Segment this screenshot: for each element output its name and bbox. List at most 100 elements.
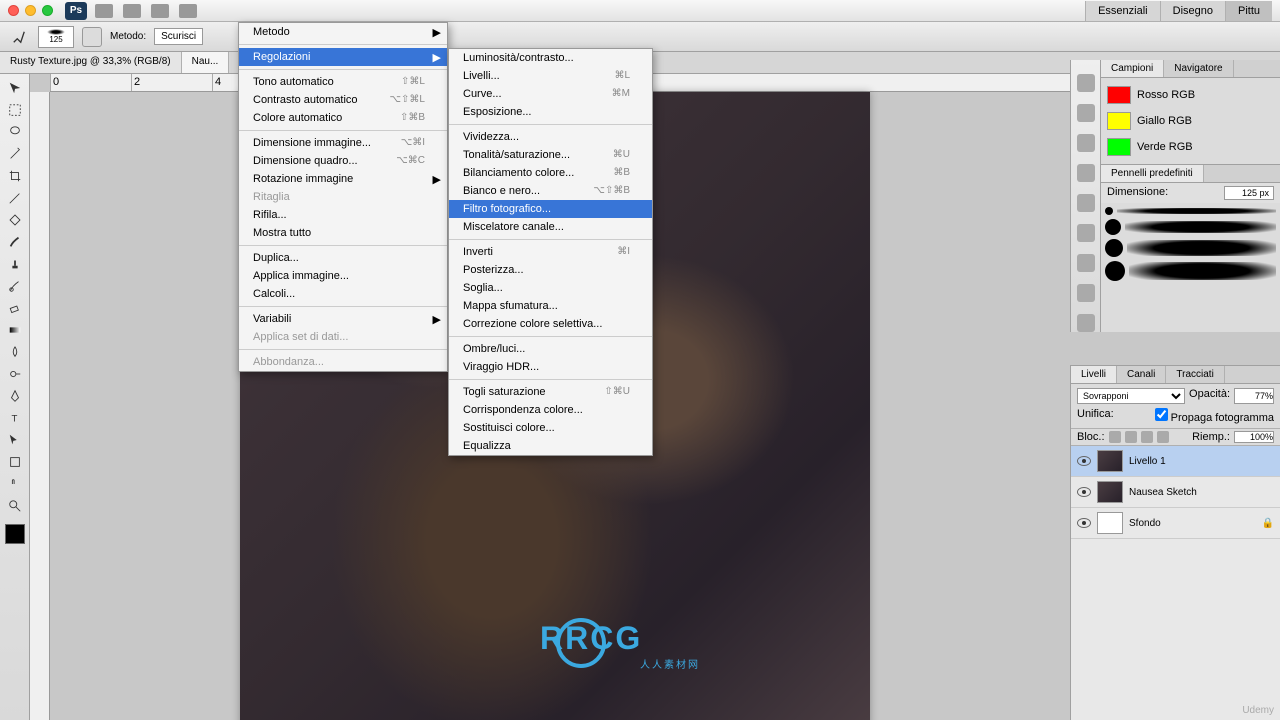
- image-menu[interactable]: Metodo▶Regolazioni▶Tono automatico⇧⌘LCon…: [238, 22, 448, 372]
- panel-icon-3[interactable]: [1077, 134, 1095, 152]
- menu-item[interactable]: Filtro fotografico...: [449, 200, 652, 218]
- dodge-tool[interactable]: [4, 364, 26, 384]
- menu-item[interactable]: Calcoli...: [239, 285, 447, 303]
- shape-tool[interactable]: [4, 452, 26, 472]
- menu-item[interactable]: Curve...⌘M: [449, 85, 652, 103]
- panel-icon-6[interactable]: [1077, 224, 1095, 242]
- menu-item[interactable]: Miscelatore canale...: [449, 218, 652, 236]
- lock-paint-icon[interactable]: [1125, 431, 1137, 443]
- brush-preset[interactable]: [1105, 261, 1276, 281]
- layer-row[interactable]: Sfondo 🔒: [1071, 508, 1280, 539]
- close-icon[interactable]: [8, 5, 19, 16]
- menu-item[interactable]: Vividezza...: [449, 128, 652, 146]
- tab-livelli[interactable]: Livelli: [1071, 366, 1117, 383]
- blend-mode-select[interactable]: Scurisci: [154, 28, 203, 45]
- lasso-tool[interactable]: [4, 122, 26, 142]
- menu-item[interactable]: Contrasto automatico⌥⇧⌘L: [239, 91, 447, 109]
- stamp-tool[interactable]: [4, 254, 26, 274]
- menu-item[interactable]: Mappa sfumatura...: [449, 297, 652, 315]
- current-tool-icon[interactable]: [8, 27, 30, 47]
- menu-item[interactable]: Mostra tutto: [239, 224, 447, 242]
- visibility-icon[interactable]: [1077, 518, 1091, 528]
- zoom-icon[interactable]: [42, 5, 53, 16]
- menu-item[interactable]: Correzione colore selettiva...: [449, 315, 652, 333]
- menu-icon-2[interactable]: [123, 4, 141, 18]
- workspace-tab-disegno[interactable]: Disegno: [1160, 1, 1225, 21]
- opacity-input[interactable]: [1234, 388, 1274, 404]
- swatch-row[interactable]: Rosso RGB: [1105, 82, 1276, 108]
- panel-icon-4[interactable]: [1077, 164, 1095, 182]
- layer-row[interactable]: Nausea Sketch: [1071, 477, 1280, 508]
- regolazioni-submenu[interactable]: Luminosità/contrasto...Livelli...⌘LCurve…: [448, 48, 653, 456]
- propaga-check[interactable]: Propaga fotogramma: [1155, 408, 1274, 424]
- menu-item[interactable]: Rotazione immagine▶: [239, 170, 447, 188]
- brush-tool[interactable]: [4, 232, 26, 252]
- eyedropper-tool[interactable]: [4, 188, 26, 208]
- panel-icon-5[interactable]: [1077, 194, 1095, 212]
- brush-size-input[interactable]: [1224, 186, 1274, 200]
- panel-icon-9[interactable]: [1077, 314, 1095, 332]
- healing-tool[interactable]: [4, 210, 26, 230]
- menu-item[interactable]: Esposizione...: [449, 103, 652, 121]
- menu-item[interactable]: Bilanciamento colore...⌘B: [449, 164, 652, 182]
- hand-tool[interactable]: [4, 474, 26, 494]
- menu-item[interactable]: Metodo▶: [239, 23, 447, 41]
- menu-item[interactable]: Ombre/luci...: [449, 340, 652, 358]
- visibility-icon[interactable]: [1077, 456, 1091, 466]
- zoom-tool[interactable]: [4, 496, 26, 516]
- menu-icon-1[interactable]: [95, 4, 113, 18]
- lock-transparency-icon[interactable]: [1109, 431, 1121, 443]
- move-tool[interactable]: [4, 78, 26, 98]
- menu-item[interactable]: Applica immagine...: [239, 267, 447, 285]
- wand-tool[interactable]: [4, 144, 26, 164]
- brush-preset[interactable]: [1105, 207, 1276, 215]
- menu-item[interactable]: Tono automatico⇧⌘L: [239, 73, 447, 91]
- fill-input[interactable]: [1234, 431, 1274, 443]
- crop-tool[interactable]: [4, 166, 26, 186]
- menu-item[interactable]: Dimensione immagine...⌥⌘I: [239, 134, 447, 152]
- tab-campioni[interactable]: Campioni: [1101, 60, 1164, 77]
- marquee-tool[interactable]: [4, 100, 26, 120]
- minimize-icon[interactable]: [25, 5, 36, 16]
- blur-tool[interactable]: [4, 342, 26, 362]
- lock-all-icon[interactable]: [1157, 431, 1169, 443]
- brush-preset[interactable]: [1105, 239, 1276, 257]
- tab-navigatore[interactable]: Navigatore: [1164, 60, 1233, 77]
- tab-tracciati[interactable]: Tracciati: [1166, 366, 1224, 383]
- menu-item[interactable]: Togli saturazione⇧⌘U: [449, 383, 652, 401]
- tab-canali[interactable]: Canali: [1117, 366, 1166, 383]
- menu-item[interactable]: Colore automatico⇧⌘B: [239, 109, 447, 127]
- tab-pennelli[interactable]: Pennelli predefiniti: [1101, 165, 1204, 182]
- menu-item[interactable]: Bianco e nero...⌥⇧⌘B: [449, 182, 652, 200]
- menu-item[interactable]: Rifila...: [239, 206, 447, 224]
- eraser-tool[interactable]: [4, 298, 26, 318]
- path-tool[interactable]: [4, 430, 26, 450]
- menu-item[interactable]: Livelli...⌘L: [449, 67, 652, 85]
- panel-icon-7[interactable]: [1077, 254, 1095, 272]
- menu-icon-3[interactable]: [151, 4, 169, 18]
- brush-toggle-icon[interactable]: [82, 27, 102, 47]
- panel-icon-8[interactable]: [1077, 284, 1095, 302]
- layer-row[interactable]: Livello 1: [1071, 446, 1280, 477]
- menu-item[interactable]: Sostituisci colore...: [449, 419, 652, 437]
- swatch-row[interactable]: Giallo RGB: [1105, 108, 1276, 134]
- menu-item[interactable]: Variabili▶: [239, 310, 447, 328]
- menu-item[interactable]: Luminosità/contrasto...: [449, 49, 652, 67]
- menu-item[interactable]: Equalizza: [449, 437, 652, 455]
- workspace-tab-essenziali[interactable]: Essenziali: [1085, 1, 1160, 21]
- doc-tab-nau[interactable]: Nau...: [182, 52, 230, 73]
- menu-icon-4[interactable]: [179, 4, 197, 18]
- menu-item[interactable]: Duplica...: [239, 249, 447, 267]
- gradient-tool[interactable]: [4, 320, 26, 340]
- lock-move-icon[interactable]: [1141, 431, 1153, 443]
- panel-icon-2[interactable]: [1077, 104, 1095, 122]
- panel-icon-1[interactable]: [1077, 74, 1095, 92]
- brush-preview[interactable]: 125: [38, 26, 74, 48]
- menu-item[interactable]: Dimensione quadro...⌥⌘C: [239, 152, 447, 170]
- menu-item[interactable]: Tonalità/saturazione...⌘U: [449, 146, 652, 164]
- swatch-row[interactable]: Verde RGB: [1105, 134, 1276, 160]
- color-swatch[interactable]: [5, 524, 25, 544]
- type-tool[interactable]: T: [4, 408, 26, 428]
- menu-item[interactable]: Viraggio HDR...: [449, 358, 652, 376]
- workspace-tab-pittura[interactable]: Pittu: [1225, 1, 1272, 21]
